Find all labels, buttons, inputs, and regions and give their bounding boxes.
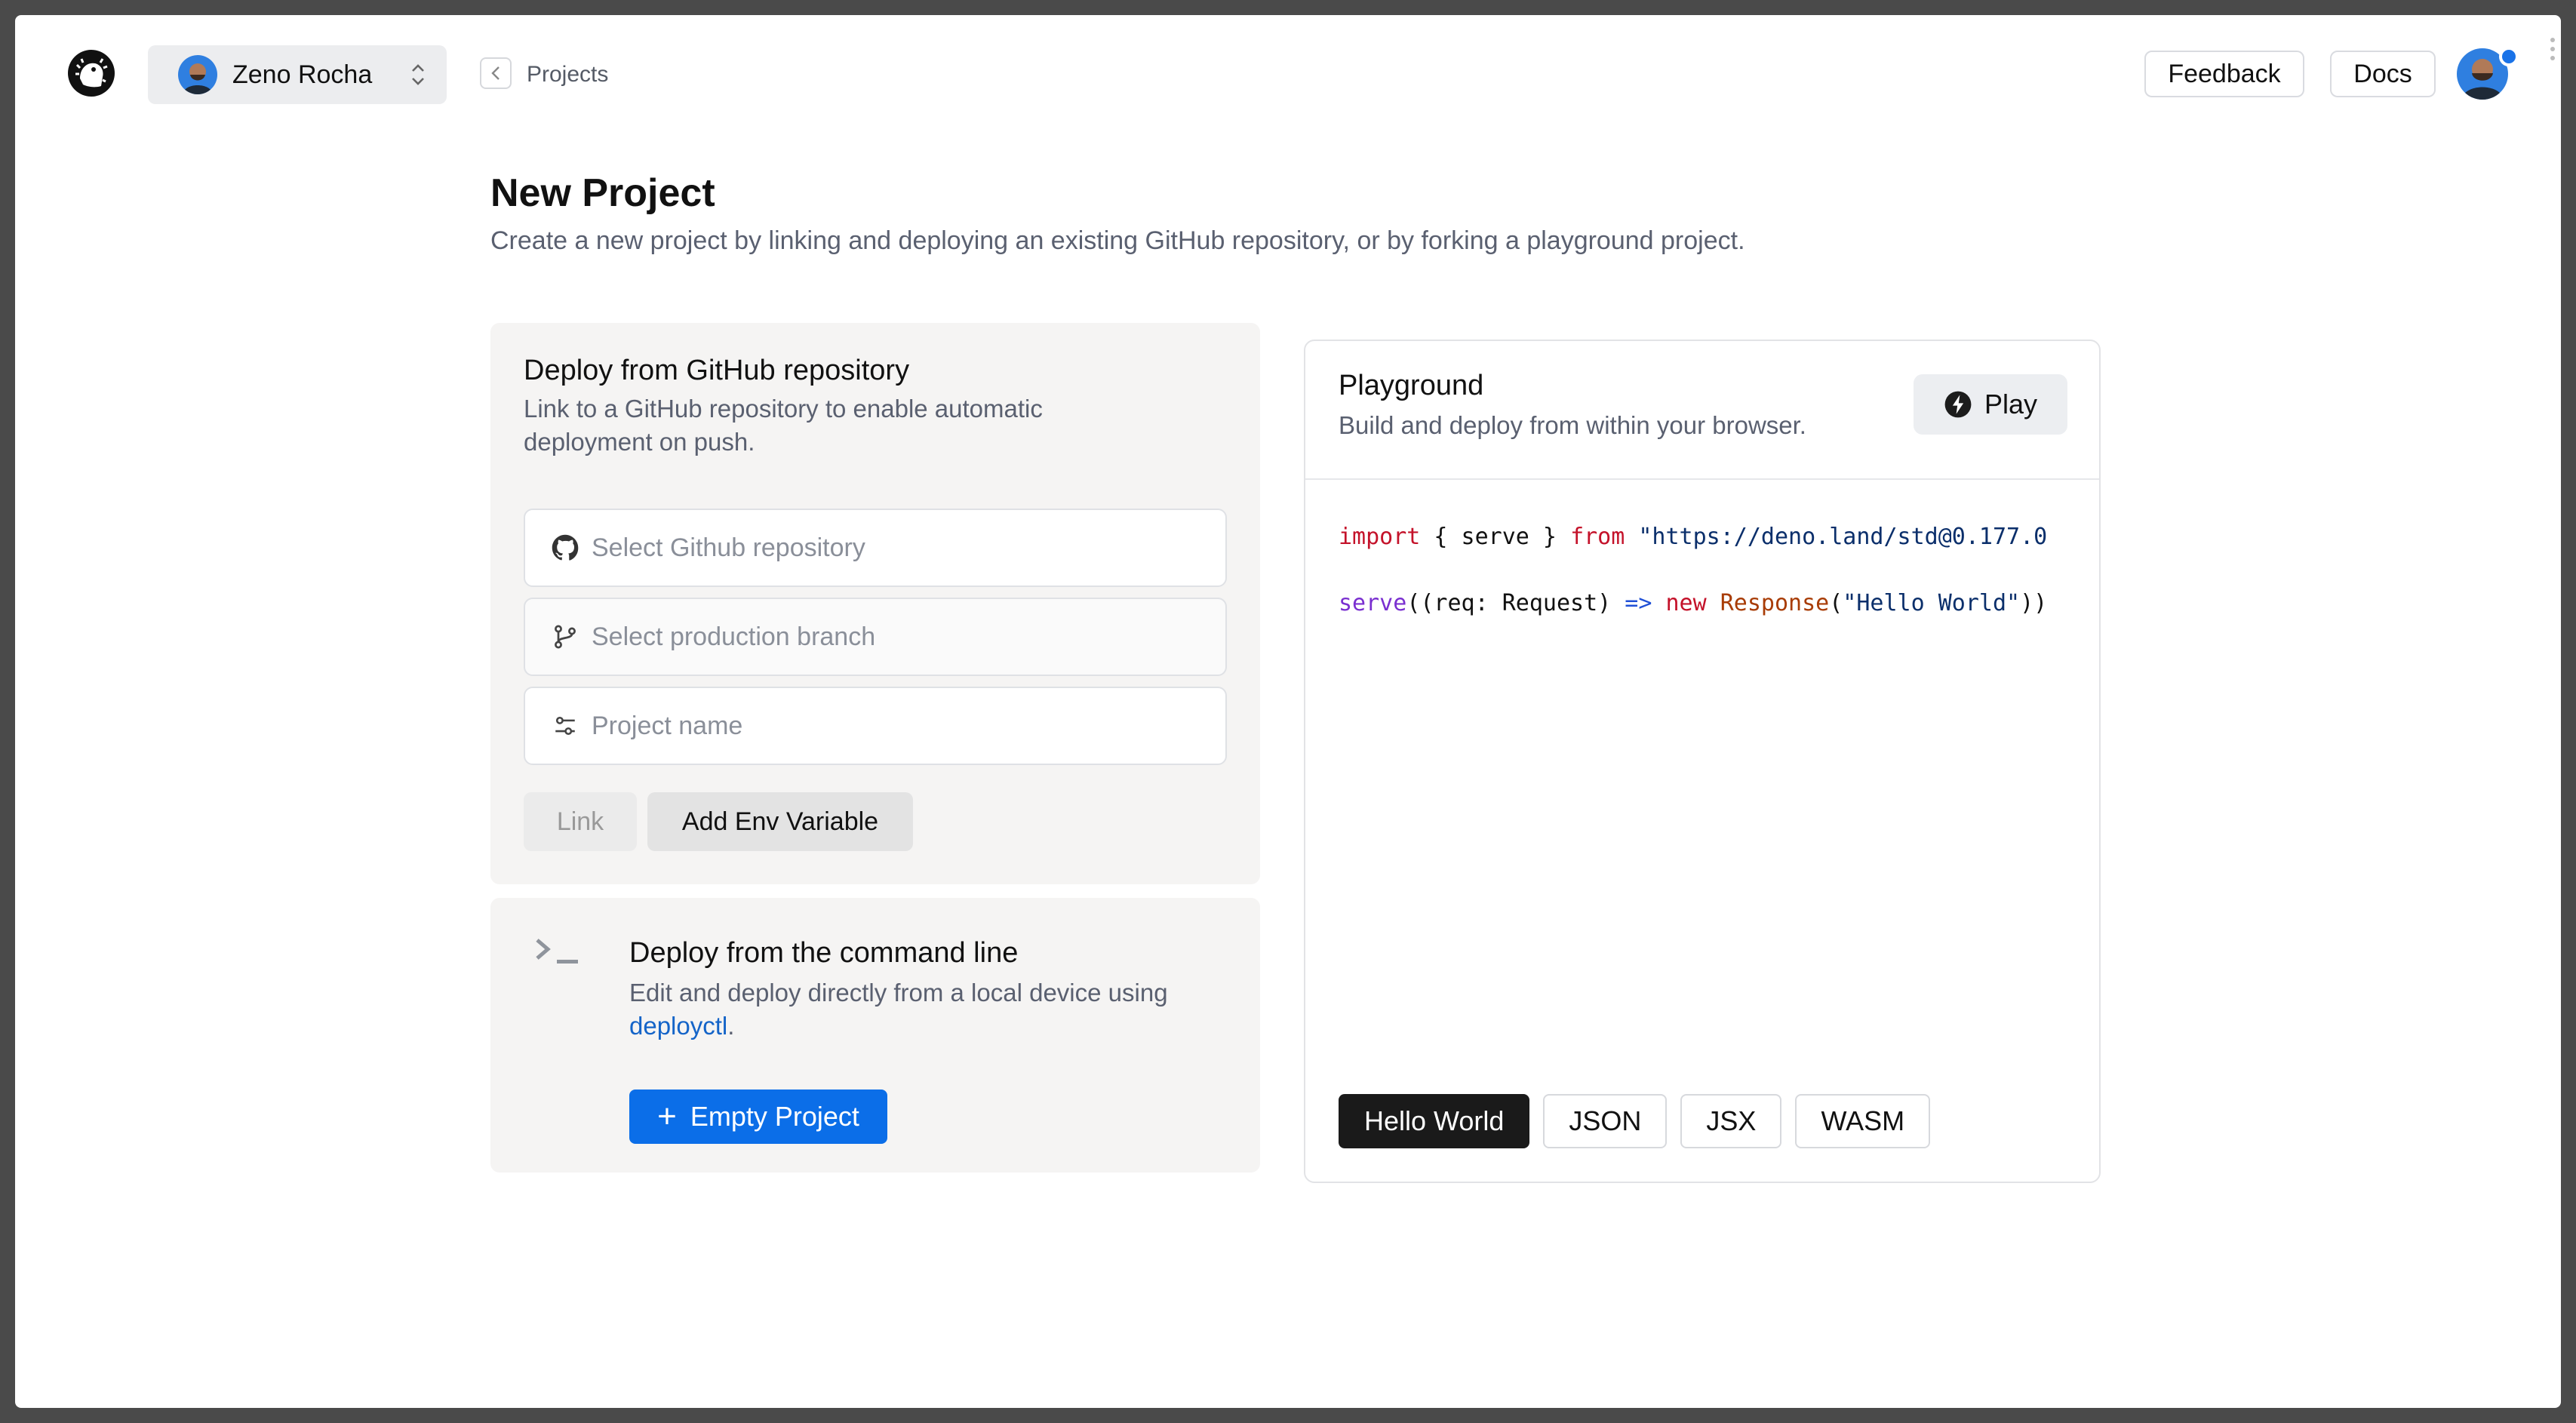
template-json[interactable]: JSON (1543, 1094, 1668, 1148)
account-name: Zeno Rocha (232, 60, 373, 89)
back-button[interactable] (480, 57, 512, 89)
git-branch-icon (551, 622, 579, 651)
account-avatar (178, 55, 217, 94)
terminal-prompt-icon (536, 939, 578, 964)
production-branch-input[interactable] (592, 622, 1210, 652)
deno-logo-icon[interactable] (66, 48, 116, 98)
cli-deploy-panel: Deploy from the command line Edit and de… (490, 898, 1260, 1173)
template-wasm[interactable]: WASM (1795, 1094, 1931, 1148)
sliders-icon (551, 712, 579, 740)
playground-description: Build and deploy from within your browse… (1339, 411, 1806, 439)
template-chips: Hello World JSON JSX WASM (1339, 1094, 1931, 1148)
project-name-field[interactable] (524, 687, 1227, 765)
add-env-variable-button[interactable]: Add Env Variable (647, 792, 913, 851)
cli-panel-description: Edit and deploy directly from a local de… (629, 976, 1233, 1043)
page-title: New Project (490, 171, 715, 215)
github-repo-input[interactable] (592, 533, 1210, 563)
playground-panel: Playground Build and deploy from within … (1304, 340, 2101, 1183)
code-line-2: serve((req: Request) => new Response("He… (1339, 590, 2048, 616)
playground-title: Playground (1339, 370, 1484, 401)
notification-dot (2499, 47, 2519, 66)
account-switcher[interactable]: Zeno Rocha (148, 45, 447, 104)
page-subtitle: Create a new project by linking and depl… (490, 226, 1745, 255)
template-hello-world[interactable]: Hello World (1339, 1094, 1530, 1148)
code-line-1: import { serve } from "https://deno.land… (1339, 524, 2048, 550)
top-bar: Zeno Rocha Projects Feedback Docs (15, 15, 2561, 136)
empty-project-label: Empty Project (690, 1101, 859, 1132)
github-panel-title: Deploy from GitHub repository (524, 355, 910, 386)
play-label: Play (1984, 389, 2038, 420)
github-deploy-panel: Deploy from GitHub repository Link to a … (490, 323, 1260, 884)
link-button[interactable]: Link (524, 792, 637, 851)
breadcrumb-projects[interactable]: Projects (527, 62, 608, 88)
app-window: Zeno Rocha Projects Feedback Docs New Pr… (15, 15, 2561, 1408)
lightning-bolt-icon (1944, 391, 1972, 418)
github-repo-select[interactable] (524, 509, 1227, 587)
empty-project-button[interactable]: + Empty Project (629, 1090, 887, 1144)
template-jsx[interactable]: JSX (1680, 1094, 1782, 1148)
cli-panel-title: Deploy from the command line (629, 937, 1019, 969)
project-name-input[interactable] (592, 711, 1210, 741)
cli-description-suffix: . (727, 1012, 735, 1040)
production-branch-select[interactable] (524, 598, 1227, 676)
plus-icon: + (657, 1098, 677, 1135)
docs-button[interactable]: Docs (2330, 51, 2436, 97)
github-icon (551, 533, 579, 562)
cli-description-text: Edit and deploy directly from a local de… (629, 979, 1168, 1007)
play-button[interactable]: Play (1914, 374, 2067, 435)
feedback-button[interactable]: Feedback (2144, 51, 2304, 97)
chevron-up-down-icon (412, 64, 424, 85)
window-grip (2550, 38, 2556, 68)
github-panel-description: Link to a GitHub repository to enable au… (524, 395, 1043, 456)
deployctl-link[interactable]: deployctl (629, 1012, 727, 1040)
playground-divider (1305, 478, 2099, 480)
chevron-left-icon (491, 66, 500, 80)
code-editor[interactable]: import { serve } from "https://deno.land… (1339, 504, 2063, 637)
